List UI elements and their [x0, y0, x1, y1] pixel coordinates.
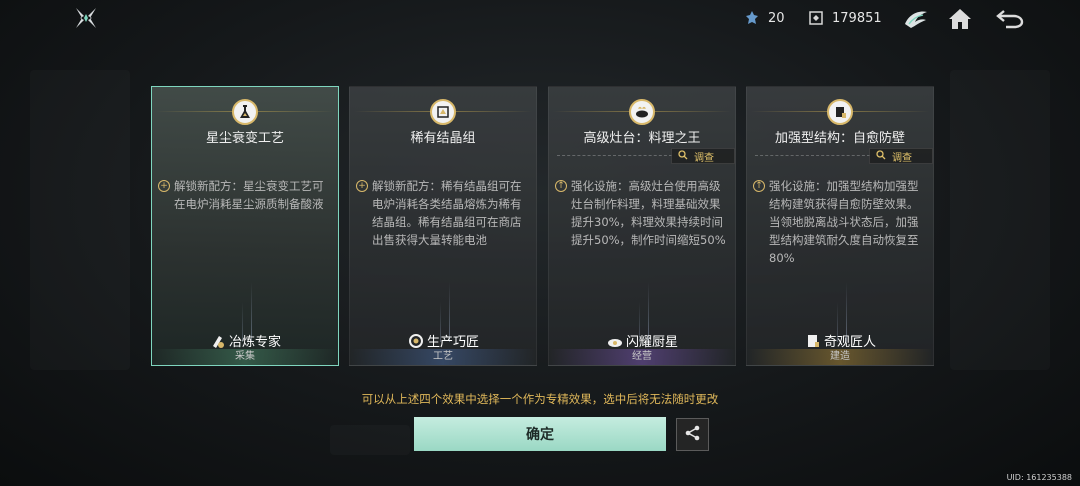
card-description: ↑ 强化设施：高级灶台使用高级灶台制作料理，料理基础效果提升30%，料理效果持续…	[555, 177, 729, 249]
token-currency: 179851	[808, 10, 882, 26]
flask-badge-icon	[232, 99, 258, 125]
crystal-currency: 20	[744, 10, 785, 26]
card-description: + 解锁新配方：稀有结晶组可在电炉消耗各类结晶熔炼为稀有结晶组。稀有结晶组可在商…	[356, 177, 530, 249]
search-icon	[876, 149, 886, 163]
card-category: 工艺	[350, 349, 536, 365]
top-bar: 20 179851	[0, 0, 1080, 40]
card-role-label: 奇观匠人	[823, 335, 876, 350]
confirm-button[interactable]: 确定	[414, 417, 666, 451]
specialization-card-4[interactable]: 加强型结构：自愈防壁 调查 ↑ 强化设施：加强型结构加强型结构建筑获得自愈防壁效…	[746, 86, 934, 366]
background-panel	[330, 425, 410, 455]
card-role: 冶炼专家	[152, 331, 338, 350]
up-arrow-bullet-icon: ↑	[753, 180, 765, 192]
selection-hint: 可以从上述四个效果中选择一个作为专精效果，选中后将无法随时更改	[361, 392, 719, 406]
card-dashes	[755, 155, 870, 156]
card-description-text: 解锁新配方：星尘衰变工艺可在电炉消耗星尘源质制备酸液	[174, 179, 324, 211]
card-description: + 解锁新配方：星尘衰变工艺可在电炉消耗星尘源质制备酸液	[158, 177, 332, 213]
card-role-label: 生产巧匠	[426, 335, 479, 350]
card-role: 闪耀厨星	[549, 331, 735, 350]
token-currency-icon	[808, 10, 824, 26]
up-arrow-bullet-icon: ↑	[555, 180, 567, 192]
card-role: 奇观匠人	[747, 331, 933, 350]
structure-badge-icon	[827, 99, 853, 125]
background-panel	[30, 70, 130, 370]
card-role: 生产巧匠	[350, 331, 536, 350]
investigate-button[interactable]: 调查	[671, 148, 735, 164]
plus-bullet-icon: +	[158, 180, 170, 192]
crystal-currency-value: 20	[768, 10, 785, 26]
search-icon	[678, 149, 688, 163]
flask-role-icon	[209, 332, 227, 350]
crystal-currency-icon	[744, 10, 760, 26]
card-title: 星尘衰变工艺	[205, 131, 284, 146]
investigate-button[interactable]: 调查	[869, 148, 933, 164]
specialization-card-2[interactable]: 稀有结晶组 + 解锁新配方：稀有结晶组可在电炉消耗各类结晶熔炼为稀有结晶组。稀有…	[349, 86, 537, 366]
structure-role-icon	[804, 332, 822, 350]
crystal-badge-icon	[430, 99, 456, 125]
token-currency-value: 179851	[832, 10, 882, 26]
card-category: 经营	[549, 349, 735, 365]
card-category: 建造	[747, 349, 933, 365]
card-role-label: 冶炼专家	[228, 335, 281, 350]
back-icon[interactable]	[996, 6, 1024, 32]
investigate-label: 调查	[694, 152, 714, 164]
card-description-text: 解锁新配方：稀有结晶组可在电炉消耗各类结晶熔炼为稀有结晶组。稀有结晶组可在商店出…	[372, 179, 522, 247]
cooking-pot-badge-icon	[629, 99, 655, 125]
card-dashes	[557, 155, 672, 156]
share-button[interactable]	[676, 418, 709, 451]
card-role-label: 闪耀厨星	[625, 335, 678, 350]
cooking-pot-role-icon	[606, 332, 624, 350]
home-icon[interactable]	[946, 6, 974, 32]
user-id: UID: 161235388	[1006, 473, 1072, 482]
gear-role-icon	[407, 332, 425, 350]
specialization-card-1[interactable]: 星尘衰变工艺 + 解锁新配方：星尘衰变工艺可在电炉消耗星尘源质制备酸液 冶炼专家…	[151, 86, 339, 366]
logo-icon[interactable]	[74, 6, 98, 30]
card-description-text: 强化设施：高级灶台使用高级灶台制作料理，料理基础效果提升30%，料理效果持续时间…	[571, 179, 726, 247]
specialization-card-3[interactable]: 高级灶台：料理之王 调查 ↑ 强化设施：高级灶台使用高级灶台制作料理，料理基础效…	[548, 86, 736, 366]
wing-icon[interactable]	[902, 6, 930, 32]
card-title: 高级灶台：料理之王	[583, 131, 701, 146]
card-description: ↑ 强化设施：加强型结构加强型结构建筑获得自愈防壁效果。当领地脱离战斗状态后，加…	[753, 177, 927, 267]
background-panel	[950, 70, 1050, 370]
card-title: 稀有结晶组	[410, 131, 476, 146]
plus-bullet-icon: +	[356, 180, 368, 192]
investigate-label: 调查	[892, 152, 912, 164]
card-description-text: 强化设施：加强型结构加强型结构建筑获得自愈防壁效果。当领地脱离战斗状态后，加强型…	[769, 179, 919, 265]
card-title: 加强型结构：自愈防壁	[774, 131, 905, 146]
card-category: 采集	[152, 349, 338, 365]
share-icon	[684, 424, 702, 446]
